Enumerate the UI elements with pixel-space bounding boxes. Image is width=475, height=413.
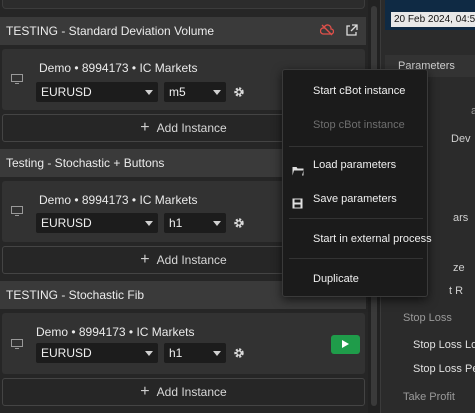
add-instance-label: Add Instance — [156, 121, 227, 135]
menu-separator — [289, 218, 423, 219]
account-label: Demo • 8994173 • IC Markets — [36, 325, 195, 339]
cbot-manager-window: TESTING - Standard Deviation Volume Demo… — [0, 0, 475, 413]
group-title: Testing - Stochastic + Buttons — [6, 156, 165, 170]
plus-icon: + — [140, 251, 150, 268]
add-instance-label: Add Instance — [156, 385, 227, 399]
context-menu: Start cBot instance Stop cBot instance L… — [282, 69, 432, 297]
monitor-icon — [11, 338, 23, 349]
timeframe-select[interactable]: h1 — [164, 213, 226, 233]
menu-item-stop-cbot[interactable]: Stop cBot instance — [283, 112, 427, 138]
timeframe-value: h1 — [169, 346, 183, 360]
take-profit-section[interactable]: Take Profit — [385, 391, 475, 403]
group-header-1[interactable]: TESTING - Standard Deviation Volume — [0, 17, 366, 45]
menu-item-duplicate[interactable]: Duplicate — [283, 266, 427, 292]
symbol-select[interactable]: EURUSD — [36, 82, 158, 102]
menu-item-start-external[interactable]: Start in external process — [283, 226, 432, 252]
symbol-value: EURUSD — [41, 85, 92, 99]
menu-item-label: Stop cBot instance — [313, 119, 405, 131]
menu-separator — [289, 146, 423, 147]
menu-item-load-parameters[interactable]: Load parameters — [283, 152, 427, 178]
menu-item-label: Load parameters — [313, 159, 397, 171]
symbol-value: EURUSD — [41, 346, 92, 360]
param-partial-2: Dev — [451, 133, 471, 145]
param-partial-3: ars — [453, 212, 469, 224]
plus-icon: + — [140, 119, 150, 136]
chevron-down-icon — [145, 221, 153, 226]
folder-icon — [292, 160, 304, 176]
previous-add-instance-stub[interactable] — [2, 0, 365, 9]
share-icon[interactable] — [344, 23, 358, 37]
timeframe-select[interactable]: h1 — [164, 343, 226, 363]
menu-item-label: Duplicate — [313, 273, 359, 285]
chevron-down-icon — [213, 90, 221, 95]
add-instance-button[interactable]: + Add Instance — [2, 378, 365, 406]
gear-icon[interactable] — [232, 216, 246, 230]
monitor-icon — [11, 205, 23, 216]
param-partial-4: ze — [453, 262, 465, 274]
stop-loss-item-2[interactable]: Stop Loss Pe — [385, 363, 475, 375]
account-label: Demo • 8994173 • IC Markets — [39, 193, 198, 207]
stop-loss-item-1[interactable]: Stop Loss Lo — [385, 339, 475, 351]
gear-icon[interactable] — [232, 346, 246, 360]
instance-card-3[interactable]: Demo • 8994173 • IC Markets EURUSD h1 — [2, 313, 365, 374]
chevron-down-icon — [213, 351, 221, 356]
monitor-icon — [11, 73, 23, 84]
gear-icon[interactable] — [232, 85, 246, 99]
menu-item-start-cbot[interactable]: Start cBot instance — [283, 78, 427, 104]
menu-item-label: Save parameters — [313, 193, 397, 205]
symbol-select[interactable]: EURUSD — [36, 213, 158, 233]
timeframe-select[interactable]: m5 — [164, 82, 226, 102]
symbol-value: EURUSD — [41, 216, 92, 230]
menu-item-label: Start in external process — [313, 233, 432, 245]
chart-date-label: 20 Feb 2024, 04:5 — [391, 12, 475, 27]
menu-separator — [289, 258, 423, 259]
account-label: Demo • 8994173 • IC Markets — [39, 61, 198, 75]
mini-chart: 20 Feb 2024, 04:5 — [385, 0, 475, 30]
plus-icon: + — [140, 383, 150, 400]
play-button[interactable] — [331, 335, 360, 354]
cloud-icon[interactable] — [320, 23, 334, 37]
menu-item-label: Start cBot instance — [313, 85, 406, 97]
stop-loss-section[interactable]: Stop Loss — [385, 312, 475, 324]
param-partial-5: t R — [449, 285, 464, 297]
timeframe-value: m5 — [169, 85, 186, 99]
add-instance-label: Add Instance — [156, 253, 227, 267]
menu-item-save-parameters[interactable]: Save parameters — [283, 186, 427, 212]
chevron-down-icon — [145, 90, 153, 95]
save-icon — [292, 193, 304, 209]
group-title: TESTING - Standard Deviation Volume — [6, 24, 215, 38]
timeframe-value: h1 — [169, 216, 183, 230]
group-title: TESTING - Stochastic Fib — [6, 288, 145, 302]
param-partial-1: a — [471, 105, 475, 117]
symbol-select[interactable]: EURUSD — [36, 343, 158, 363]
chevron-down-icon — [213, 221, 221, 226]
chevron-down-icon — [145, 351, 153, 356]
